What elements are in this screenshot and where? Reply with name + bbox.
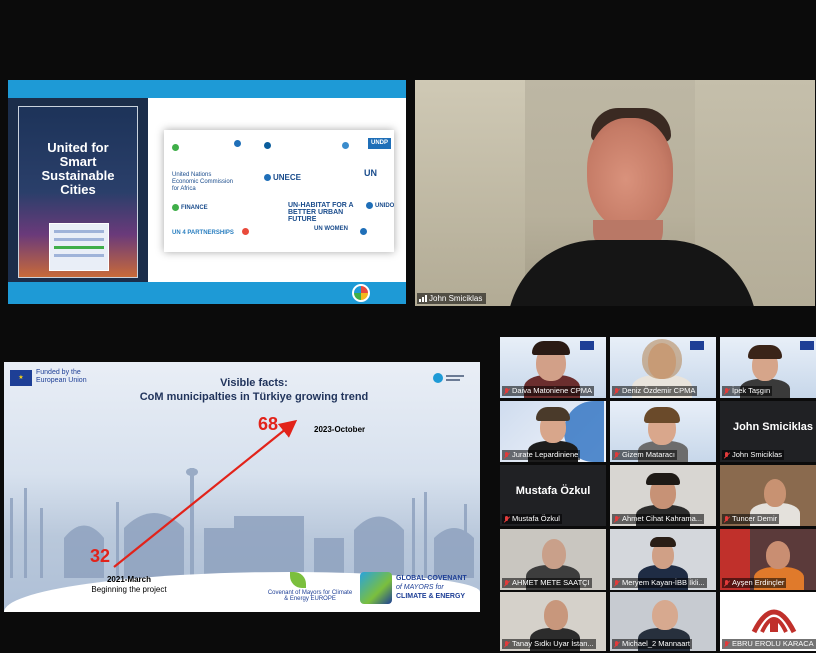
muted-mic-icon xyxy=(504,515,510,523)
participant-tile[interactable]: Tuncer Demir xyxy=(720,465,816,526)
participant-tile[interactable]: John Smiciklas John Smiciklas xyxy=(720,401,816,462)
participant-tile[interactable]: Meryem Kayan-İBB İkli... xyxy=(610,529,716,590)
u4ssc-report-thumbnail xyxy=(49,223,109,271)
muted-mic-icon xyxy=(504,451,510,459)
unhabitat-logo: UN-HABITAT FOR A BETTER URBAN FUTURE xyxy=(288,202,354,223)
participant-tile[interactable]: EBRU EROLU KARACA xyxy=(720,592,816,651)
unido-logo: UNIDO xyxy=(366,202,394,210)
eu-flag-icon xyxy=(690,341,704,350)
participant-name-label: Meryem Kayan-İBB İkli... xyxy=(612,578,707,588)
muted-mic-icon xyxy=(614,387,620,395)
participant-name-label: Ahmet Cihat Kahrama... xyxy=(612,514,705,524)
muted-mic-icon xyxy=(724,579,730,587)
partner-logo xyxy=(342,142,351,150)
participant-name-label: Ayşen Erdinçler xyxy=(722,578,787,588)
signal-strength-icon xyxy=(419,295,427,303)
slide-top-bar xyxy=(8,80,406,98)
participant-name-label: Tanay Sıdkı Uyar İstan... xyxy=(502,639,596,649)
muted-mic-icon xyxy=(724,640,730,648)
muted-mic-icon xyxy=(614,515,620,523)
participant-tile[interactable]: AHMET METE SAATÇI xyxy=(500,529,606,590)
participant-video-off-name: Mustafa Özkul xyxy=(515,485,591,497)
participant-name-label: John Smiciklas xyxy=(722,450,785,460)
muted-mic-icon xyxy=(614,579,620,587)
participant-tile[interactable]: Daiva Matoniene CPMA xyxy=(500,337,606,398)
participant-tile[interactable]: Gizem Mataracı xyxy=(610,401,716,462)
muted-mic-icon xyxy=(724,387,730,395)
muted-mic-icon xyxy=(614,451,620,459)
eu-flag-icon xyxy=(800,341,814,350)
unecafrica-logo: United Nations Economic Commission for A… xyxy=(172,172,234,192)
start-date-label: 2021-March Beginning the project xyxy=(91,575,167,594)
covenant-of-mayors-europe-logo: Covenant of Mayors for Climate & Energy … xyxy=(266,572,354,608)
speaker-face xyxy=(587,118,673,230)
participant-tile[interactable]: Tanay Sıdkı Uyar İstan... xyxy=(500,592,606,651)
start-value: 32 xyxy=(90,546,111,566)
shared-slide-top: United for Smart Sustainable Cities UNDP… xyxy=(8,80,406,304)
participant-tile[interactable]: Deniz Özdemir CPMA xyxy=(610,337,716,398)
participant-name-label: Gizem Mataracı xyxy=(612,450,677,460)
participant-name-label: Daiva Matoniene CPMA xyxy=(502,386,595,396)
participant-name-label: AHMET METE SAATÇI xyxy=(502,578,592,588)
leaf-icon xyxy=(290,572,306,588)
participant-tile[interactable]: Mustafa Özkul Mustafa Özkul xyxy=(500,465,606,526)
muted-mic-icon xyxy=(724,515,730,523)
muted-mic-icon xyxy=(504,579,510,587)
active-speaker-video[interactable]: John Smiciklas xyxy=(415,80,815,306)
partner-logo xyxy=(360,228,369,236)
participant-video-off-name: John Smiciklas xyxy=(732,421,814,433)
muted-mic-icon xyxy=(504,640,510,648)
u4ssc-cover-frame: United for Smart Sustainable Cities xyxy=(18,106,138,278)
unwomen-logo: UN WOMEN xyxy=(314,226,348,232)
partner-logo xyxy=(234,140,243,148)
muted-mic-icon xyxy=(504,387,510,395)
u4ssc-logo-icon xyxy=(352,284,370,302)
undp-logo: UNDP xyxy=(368,138,392,149)
participant-name-label: Michael_2 Mannaart xyxy=(612,639,692,649)
participant-name-label: İpek Taşgın xyxy=(722,386,773,396)
end-value: 68 xyxy=(258,414,279,434)
background-wall xyxy=(415,80,525,306)
unece-logo: UNECE xyxy=(264,174,301,182)
participant-tile[interactable]: Michael_2 Mannaart xyxy=(610,592,716,651)
un-logo: UN xyxy=(364,168,377,178)
partner-logo xyxy=(264,142,273,150)
participant-name-label: Tuncer Demir xyxy=(722,514,780,524)
participant-tile[interactable]: İpek Taşgın xyxy=(720,337,816,398)
participant-tile[interactable]: Ayşen Erdinçler xyxy=(720,529,816,590)
partner-logo xyxy=(242,228,251,236)
shared-slide-bottom: ★ Funded by the European Union Visible f… xyxy=(4,362,480,612)
participant-name-label: Mustafa Özkul xyxy=(502,514,562,524)
slide-bottom-bar xyxy=(8,282,406,304)
gcom-mark-icon xyxy=(360,572,392,604)
participant-name-label: Deniz Özdemir CPMA xyxy=(612,386,698,396)
muted-mic-icon xyxy=(724,451,730,459)
u4ssc-cover-panel: United for Smart Sustainable Cities xyxy=(8,98,148,282)
finance-logo: FINANCE xyxy=(172,204,208,212)
participant-name-label: EBRU EROLU KARACA xyxy=(722,639,816,649)
participant-name-label: John Smiciklas xyxy=(417,293,487,304)
participant-tile[interactable]: Ahmet Cihat Kahrama... xyxy=(610,465,716,526)
partner-logo xyxy=(172,144,181,152)
end-date-label: 2023-October xyxy=(314,425,366,434)
muted-mic-icon xyxy=(614,640,620,648)
participant-name-label: Jurate Lepardiniene xyxy=(502,450,581,460)
eu-flag-icon xyxy=(580,341,594,350)
global-covenant-of-mayors-logo: GLOBAL COVENANT of MAYORS for CLIMATE & … xyxy=(360,570,478,610)
organization-logo-icon xyxy=(751,609,797,634)
un4partnerships-logo: UN 4 PARTNERSHIPS xyxy=(172,230,234,236)
participant-tile[interactable]: Jurate Lepardiniene xyxy=(500,401,606,462)
slide-top-title: United for Smart Sustainable Cities xyxy=(41,140,115,197)
partner-logos-card: UNDP United Nations Economic Commission … xyxy=(164,130,394,252)
